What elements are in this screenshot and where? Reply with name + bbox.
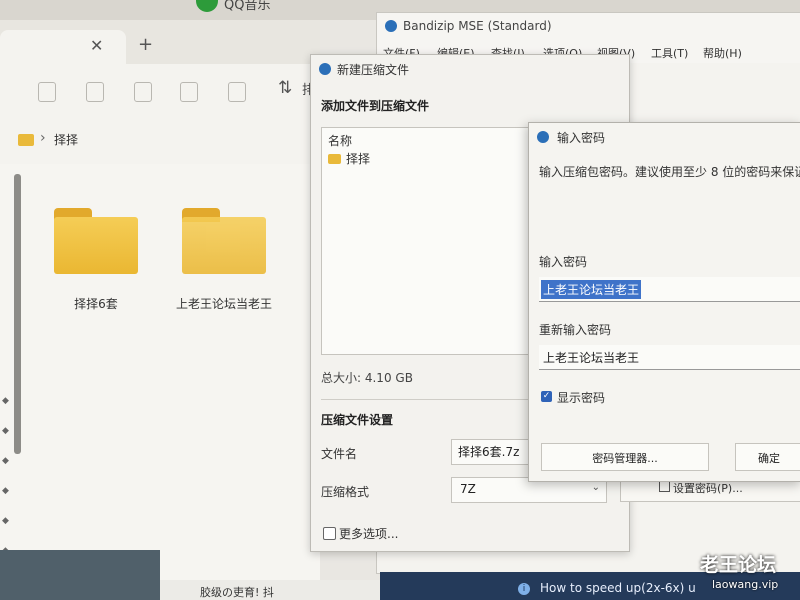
folder-name[interactable]: 上老王论坛当老王 <box>176 296 272 312</box>
dialog-title: 输入密码 <box>557 131 606 145</box>
list-item[interactable]: 择择 <box>346 150 370 167</box>
bandizip-titlebar: Bandizip MSE (Standard) <box>377 13 800 41</box>
section-heading: 压缩文件设置 <box>321 413 394 427</box>
filename-value: 择择6套.7z <box>458 445 520 459</box>
new-tab-icon[interactable]: + <box>138 34 153 55</box>
address-bar[interactable]: › 择择 <box>0 118 320 165</box>
column-header-name[interactable]: 名称 <box>328 132 352 149</box>
explorer-tab-bar: ✕ + <box>0 20 320 64</box>
explorer-content: ◆ ◆ ◆ ◆ ◆ ◆ 择择6套 上老王论坛当老王 <box>0 164 320 580</box>
folder-icon <box>18 134 34 146</box>
ok-button[interactable]: 确定 <box>735 443 800 471</box>
sort-icon[interactable]: ⇅ <box>278 78 292 98</box>
confirm-password-input[interactable]: 上老王论坛当老王 <box>539 345 800 370</box>
show-password-checkbox[interactable]: ✓ <box>541 391 552 402</box>
paste-icon[interactable] <box>86 82 104 102</box>
breadcrumb[interactable]: 择择 <box>54 131 78 148</box>
close-icon[interactable]: ✕ <box>90 36 103 55</box>
background-photo <box>0 550 160 600</box>
set-password-label: 设置密码(P)... <box>673 482 743 495</box>
confirm-password-label: 重新输入密码 <box>539 323 612 337</box>
total-size: 总大小: 4.10 GB <box>321 371 413 385</box>
explorer-toolbar: ⇅ 排 <box>0 64 320 119</box>
pin-icon: ◆ <box>2 396 9 406</box>
filename-label: 文件名 <box>321 447 358 461</box>
chevron-down-icon: ⌄ <box>591 482 600 493</box>
password-label: 输入密码 <box>539 255 588 269</box>
bandizip-app-icon <box>319 63 331 75</box>
notification-text[interactable]: How to speed up(2x-6x) u <box>540 581 696 595</box>
more-options-label[interactable]: 更多选项... <box>339 525 398 542</box>
top-app-title: QQ音乐 <box>224 0 271 13</box>
more-options-checkbox[interactable] <box>323 527 336 540</box>
section-heading: 添加文件到压缩文件 <box>321 99 430 113</box>
bandizip-app-icon <box>385 20 397 32</box>
info-icon: i <box>518 583 530 595</box>
format-value: 7Z <box>460 482 476 496</box>
menu-tools[interactable]: 工具(T) <box>651 45 688 61</box>
pin-icon: ◆ <box>2 516 9 526</box>
dialog-description: 输入压缩包密码。建议使用至少 8 位的密码来保证 <box>539 165 800 179</box>
background-text: 胶级の吏育! 抖 <box>200 586 274 599</box>
scrollbar[interactable] <box>14 174 21 454</box>
folder-name[interactable]: 择择6套 <box>48 296 144 312</box>
password-dialog: 输入密码 输入压缩包密码。建议使用至少 8 位的密码来保证 输入密码 上老王论坛… <box>528 122 800 482</box>
password-manager-label: 密码管理器... <box>592 452 658 465</box>
confirm-password-value: 上老王论坛当老王 <box>543 351 640 365</box>
pin-icon: ◆ <box>2 426 9 436</box>
format-label: 压缩格式 <box>321 485 370 499</box>
folder-icon <box>328 154 341 164</box>
window-title: Bandizip MSE (Standard) <box>403 19 552 33</box>
folder-icon[interactable] <box>54 208 138 274</box>
bandizip-app-icon <box>537 131 549 143</box>
watermark-url: laowang.vip <box>712 578 779 591</box>
chevron-right-icon: › <box>40 130 46 146</box>
password-manager-button[interactable]: 密码管理器... <box>541 443 709 471</box>
copy-icon[interactable] <box>38 82 56 102</box>
show-password-label[interactable]: 显示密码 <box>557 389 605 406</box>
password-input[interactable]: 上老王论坛当老王 <box>539 277 800 302</box>
explorer-tab[interactable] <box>0 30 126 64</box>
menu-help[interactable]: 帮助(H) <box>703 45 742 61</box>
folder-icon[interactable] <box>182 208 266 274</box>
dialog-title: 新建压缩文件 <box>337 63 410 77</box>
share-icon[interactable] <box>180 82 198 102</box>
pin-icon: ◆ <box>2 456 9 466</box>
file-explorer-window: ✕ + ⇅ 排 › 择择 ◆ ◆ ◆ ◆ ◆ ◆ 择择6套 上老王论坛当老王 <box>0 20 320 580</box>
delete-icon[interactable] <box>228 82 246 102</box>
watermark-title: 老王论坛 <box>700 554 777 576</box>
ok-label: 确定 <box>758 452 780 465</box>
pin-icon: ◆ <box>2 486 9 496</box>
lock-icon <box>659 481 670 492</box>
password-value-selected: 上老王论坛当老王 <box>541 280 642 299</box>
rename-icon[interactable] <box>134 82 152 102</box>
